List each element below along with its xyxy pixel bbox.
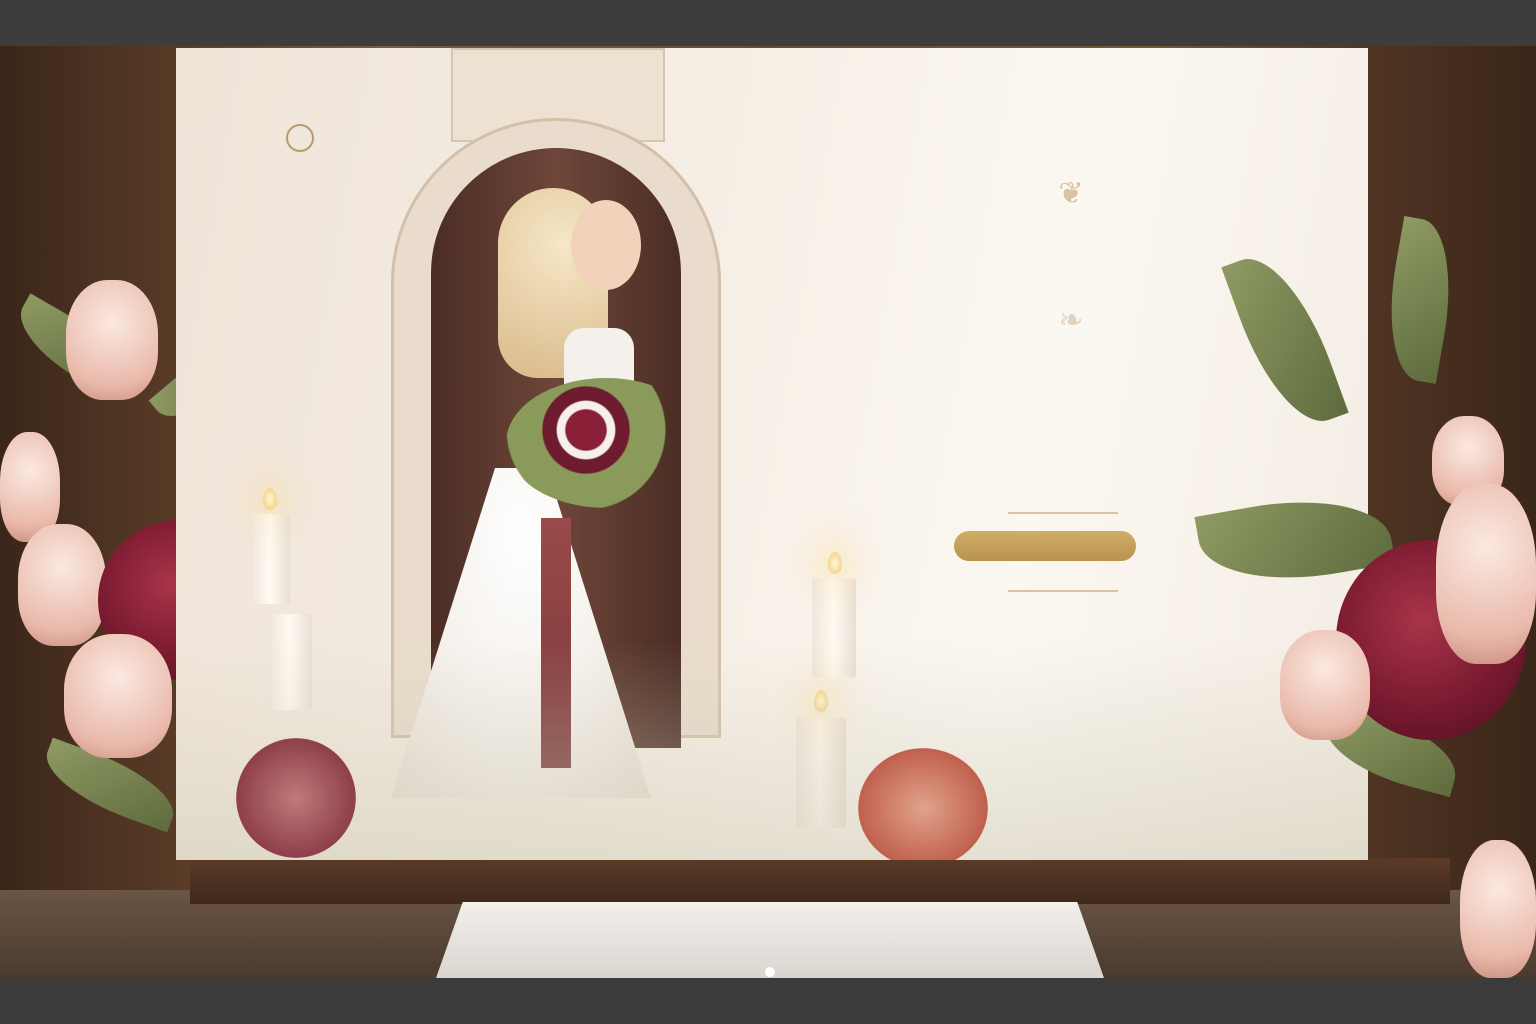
window-bottom-bar (0, 978, 1536, 1024)
cta-button[interactable] (954, 531, 1136, 561)
website-screen: ❦ ❧ (176, 48, 1368, 860)
tulip (1460, 840, 1536, 978)
tulip (1280, 630, 1370, 740)
bridal-bouquet (506, 378, 706, 508)
monitor-shelf (190, 858, 1450, 904)
bloom (236, 738, 356, 858)
candle (250, 514, 290, 604)
divider (1008, 590, 1118, 592)
tulip (18, 524, 106, 646)
candle-flame (263, 488, 277, 510)
site-logo[interactable] (236, 68, 326, 158)
flourish-ornament-icon: ❦ (1058, 176, 1084, 211)
candle-flame (828, 552, 842, 574)
bride-face (571, 200, 641, 290)
tulip (1436, 484, 1536, 664)
bloom (858, 748, 988, 860)
tulip (66, 280, 158, 400)
power-indicator (765, 967, 775, 977)
divider (1008, 512, 1118, 514)
tulip (64, 634, 172, 758)
window-top-bar (0, 0, 1536, 46)
meadow (176, 640, 1368, 860)
logo-ring (286, 124, 314, 152)
flourish-ornament-icon: ❧ (1058, 303, 1084, 338)
